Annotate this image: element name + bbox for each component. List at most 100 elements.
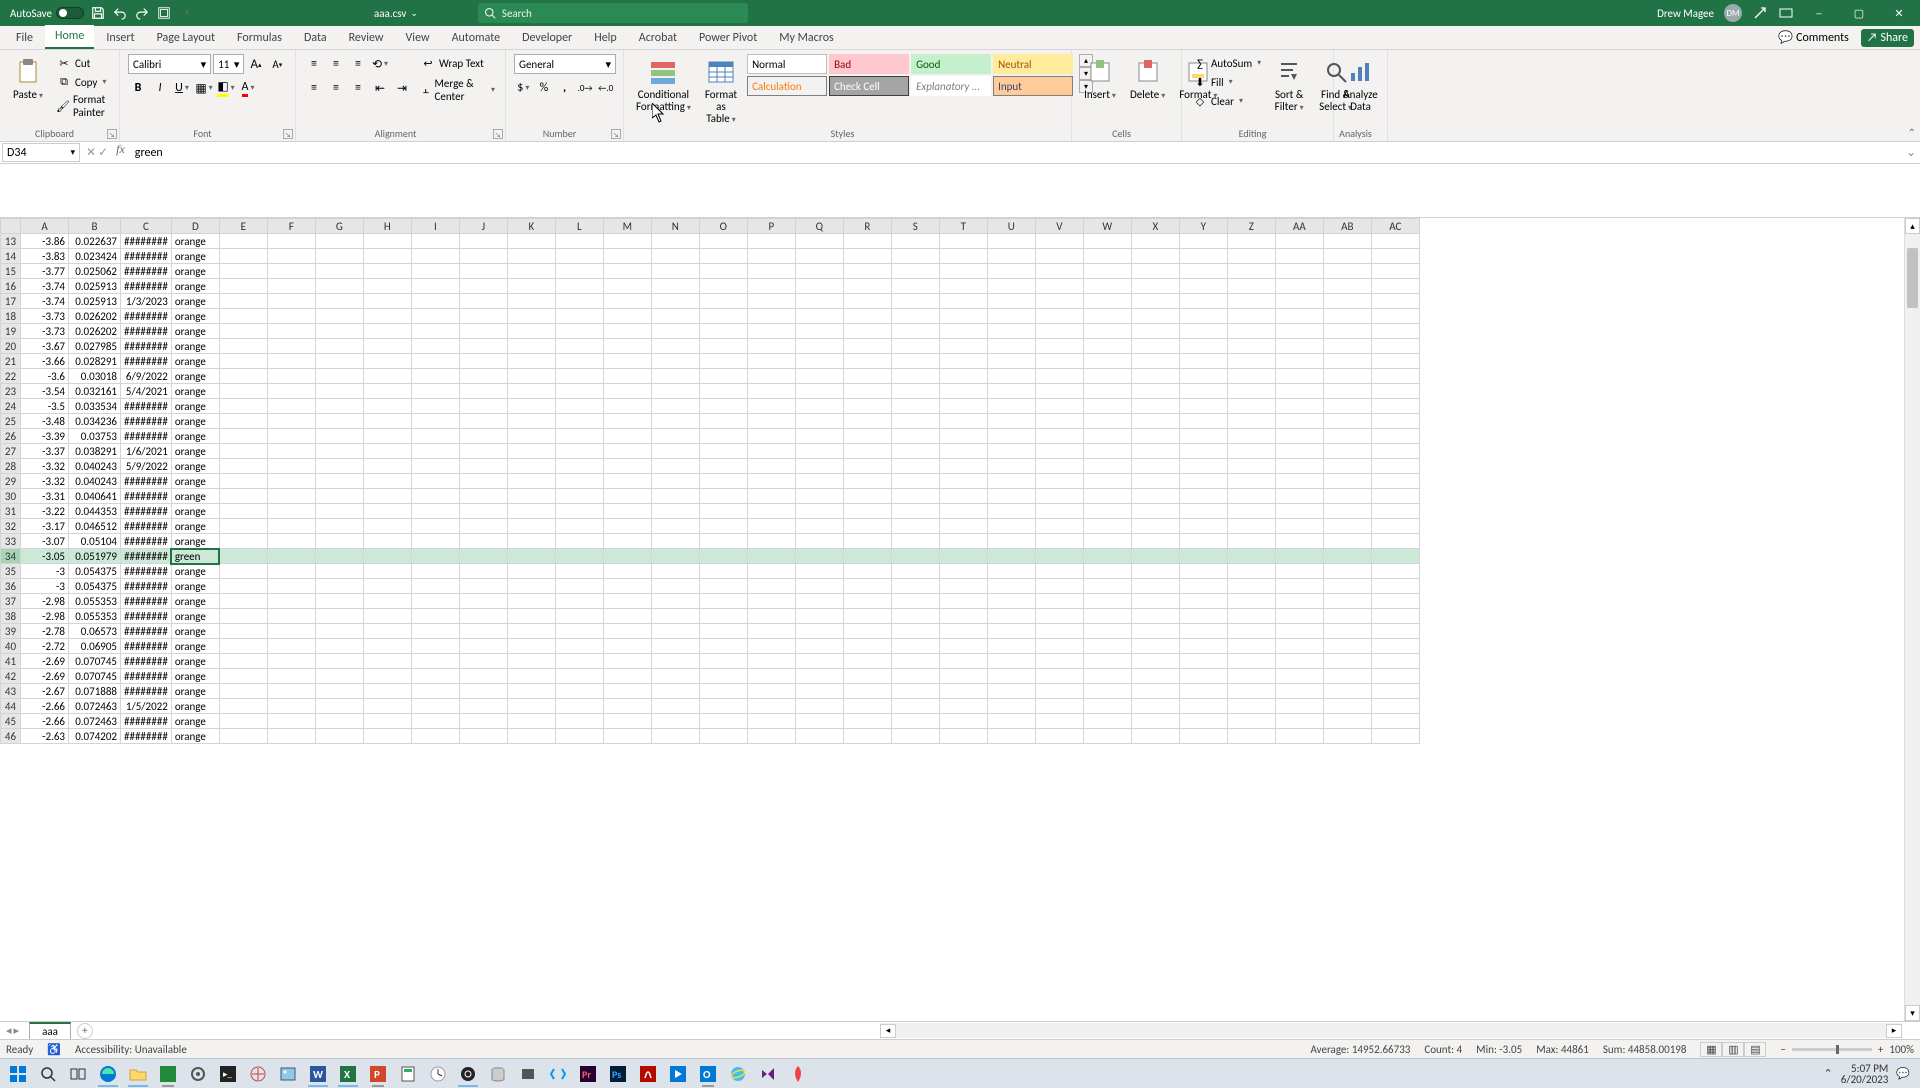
cell-AC26[interactable] [1371,429,1419,444]
cell-H41[interactable] [363,654,411,669]
cell-P37[interactable] [747,594,795,609]
cell-X20[interactable] [1131,339,1179,354]
cell-G36[interactable] [315,579,363,594]
cell-T22[interactable] [939,369,987,384]
cell-J35[interactable] [459,564,507,579]
col-header-H[interactable]: H [363,219,411,234]
inc-decimal-button[interactable]: .0→ [576,78,595,98]
accessibility-icon[interactable]: ♿ [47,1043,61,1056]
row-header-14[interactable]: 14 [1,249,21,264]
cell-C36[interactable]: ######## [121,579,172,594]
cell-Y29[interactable] [1179,474,1227,489]
cell-AC41[interactable] [1371,654,1419,669]
cell-U25[interactable] [987,414,1035,429]
cell-E15[interactable] [219,264,267,279]
maximize-button[interactable]: ▢ [1844,0,1874,26]
row-header-28[interactable]: 28 [1,459,21,474]
cell-T20[interactable] [939,339,987,354]
col-header-S[interactable]: S [891,219,939,234]
cell-AB19[interactable] [1323,324,1371,339]
cell-Y15[interactable] [1179,264,1227,279]
style-bad[interactable]: Bad [829,54,909,74]
cell-X15[interactable] [1131,264,1179,279]
cell-G28[interactable] [315,459,363,474]
cell-H37[interactable] [363,594,411,609]
cell-C19[interactable]: ######## [121,324,172,339]
cell-N42[interactable] [651,669,699,684]
cell-U18[interactable] [987,309,1035,324]
cell-O20[interactable] [699,339,747,354]
cell-O34[interactable] [699,549,747,564]
cell-E23[interactable] [219,384,267,399]
cell-X43[interactable] [1131,684,1179,699]
cell-I41[interactable] [411,654,459,669]
cell-E13[interactable] [219,234,267,249]
cell-U41[interactable] [987,654,1035,669]
cell-C30[interactable]: ######## [121,489,172,504]
hscroll-left-button[interactable]: ◂ [880,1024,896,1038]
cell-AC44[interactable] [1371,699,1419,714]
cell-P36[interactable] [747,579,795,594]
cell-Q44[interactable] [795,699,843,714]
row-header-31[interactable]: 31 [1,504,21,519]
cell-M32[interactable] [603,519,651,534]
cell-D21[interactable]: orange [171,354,219,369]
cell-X45[interactable] [1131,714,1179,729]
cell-J32[interactable] [459,519,507,534]
col-header-Q[interactable]: Q [795,219,843,234]
cell-V24[interactable] [1035,399,1083,414]
cell-Z40[interactable] [1227,639,1275,654]
cell-C43[interactable]: ######## [121,684,172,699]
cell-AA20[interactable] [1275,339,1323,354]
cell-H29[interactable] [363,474,411,489]
cell-AB40[interactable] [1323,639,1371,654]
cell-N36[interactable] [651,579,699,594]
cell-G23[interactable] [315,384,363,399]
cell-V20[interactable] [1035,339,1083,354]
cell-P17[interactable] [747,294,795,309]
cell-R40[interactable] [843,639,891,654]
zoom-out-button[interactable]: − [1780,1043,1785,1056]
cell-T24[interactable] [939,399,987,414]
col-header-W[interactable]: W [1083,219,1131,234]
cell-X21[interactable] [1131,354,1179,369]
cell-W14[interactable] [1083,249,1131,264]
cell-L15[interactable] [555,264,603,279]
cell-W34[interactable] [1083,549,1131,564]
cell-N26[interactable] [651,429,699,444]
cell-A45[interactable]: -2.66 [21,714,69,729]
cell-X37[interactable] [1131,594,1179,609]
cell-Z31[interactable] [1227,504,1275,519]
align-center-button[interactable]: ≡ [326,78,346,98]
cell-V36[interactable] [1035,579,1083,594]
cell-B27[interactable]: 0.038291 [69,444,121,459]
cell-H25[interactable] [363,414,411,429]
cell-AA45[interactable] [1275,714,1323,729]
cell-R39[interactable] [843,624,891,639]
cell-L43[interactable] [555,684,603,699]
cell-S18[interactable] [891,309,939,324]
cell-Y35[interactable] [1179,564,1227,579]
cell-AB24[interactable] [1323,399,1371,414]
col-header-G[interactable]: G [315,219,363,234]
cell-C38[interactable]: ######## [121,609,172,624]
cell-J13[interactable] [459,234,507,249]
cell-J17[interactable] [459,294,507,309]
cell-E24[interactable] [219,399,267,414]
cell-Q30[interactable] [795,489,843,504]
row-header-35[interactable]: 35 [1,564,21,579]
cell-F22[interactable] [267,369,315,384]
cell-G17[interactable] [315,294,363,309]
cell-K44[interactable] [507,699,555,714]
cell-H24[interactable] [363,399,411,414]
tab-my-macros[interactable]: My Macros [769,27,844,49]
cell-P32[interactable] [747,519,795,534]
row-header-19[interactable]: 19 [1,324,21,339]
cell-P43[interactable] [747,684,795,699]
cell-W45[interactable] [1083,714,1131,729]
cell-P45[interactable] [747,714,795,729]
cell-L32[interactable] [555,519,603,534]
cell-O43[interactable] [699,684,747,699]
cell-A14[interactable]: -3.83 [21,249,69,264]
cell-G45[interactable] [315,714,363,729]
